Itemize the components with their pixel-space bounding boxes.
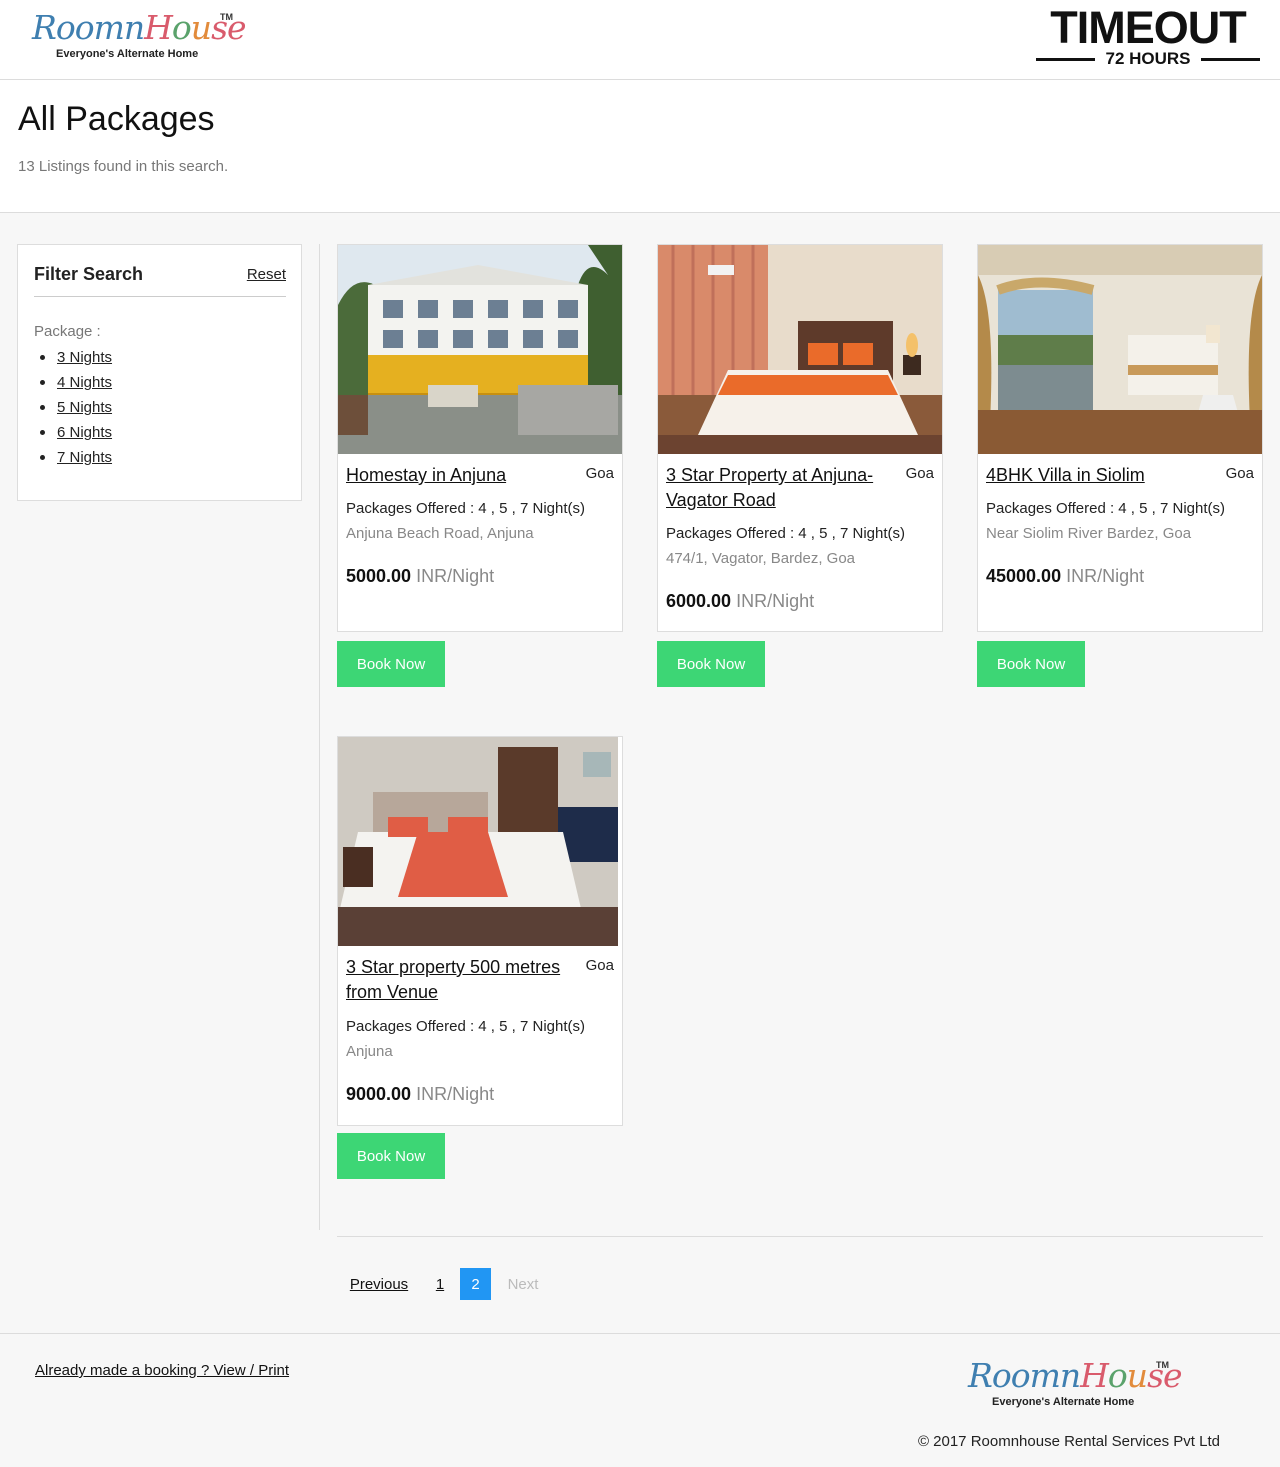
filter-panel: Filter Search Reset Package : 3 Nights 4… bbox=[17, 244, 302, 501]
listing-packages: Packages Offered : 4 , 5 , 7 Night(s) bbox=[986, 500, 1226, 517]
filter-option: 4 Nights bbox=[40, 370, 112, 395]
listing-location: Goa bbox=[1225, 465, 1254, 482]
logo-wordmark: RoomnHouse bbox=[968, 1356, 1183, 1395]
price-amount: 5000.00 bbox=[346, 566, 412, 586]
bullet-icon bbox=[40, 430, 45, 435]
price-amount: 9000.00 bbox=[346, 1084, 412, 1104]
listing-title[interactable]: Homestay in Anjuna bbox=[346, 463, 571, 488]
package-label: Package : bbox=[34, 323, 101, 340]
book-now-button[interactable]: Book Now bbox=[657, 641, 765, 687]
page-title: All Packages bbox=[18, 100, 215, 138]
listing-title[interactable]: 4BHK Villa in Siolim bbox=[986, 463, 1211, 488]
logo-tagline: Everyone's Alternate Home bbox=[992, 1396, 1135, 1408]
filter-option-5-nights[interactable]: 5 Nights bbox=[57, 399, 112, 416]
logo-trademark: TM bbox=[1156, 1360, 1169, 1370]
price-unit: INR/Night bbox=[1066, 566, 1145, 586]
listing-price: 5000.00 INR/Night bbox=[346, 566, 494, 587]
filter-title: Filter Search bbox=[34, 264, 144, 284]
price-unit: INR/Night bbox=[736, 591, 815, 611]
listing-address: 474/1, Vagator, Bardez, Goa bbox=[666, 550, 856, 567]
listing-card: 3 Star Property at Anjuna-Vagator Road G… bbox=[657, 244, 943, 632]
site-footer: Already made a booking ? View / Print Ro… bbox=[0, 1333, 1280, 1467]
book-now-button[interactable]: Book Now bbox=[337, 1133, 445, 1179]
listing-address: Near Siolim River Bardez, Goa bbox=[986, 525, 1192, 542]
page-link-2-current[interactable]: 2 bbox=[460, 1268, 491, 1300]
price-unit: INR/Night bbox=[416, 566, 495, 586]
listing-address: Anjuna bbox=[346, 1043, 393, 1060]
results-count: 13 Listings found in this search. bbox=[18, 158, 229, 175]
timeout-wordmark: TIMEOUT bbox=[1050, 2, 1246, 53]
logo-tagline: Everyone's Alternate Home bbox=[56, 48, 199, 60]
logo-trademark: TM bbox=[220, 12, 233, 22]
price-amount: 45000.00 bbox=[986, 566, 1062, 586]
listing-packages: Packages Offered : 4 , 5 , 7 Night(s) bbox=[346, 1018, 586, 1035]
footer-roomnhouse-logo: RoomnHouse TM Everyone's Alternate Home bbox=[968, 1356, 1183, 1412]
filter-reset-link[interactable]: Reset bbox=[247, 266, 286, 283]
listing-title[interactable]: 3 Star Property at Anjuna-Vagator Road bbox=[666, 463, 891, 513]
book-now-button[interactable]: Book Now bbox=[337, 641, 445, 687]
hotel-exterior-photo[interactable] bbox=[338, 245, 622, 454]
filter-option: 5 Nights bbox=[40, 395, 112, 420]
copyright-text: © 2017 Roomnhouse Rental Services Pvt Lt… bbox=[917, 1433, 1220, 1450]
listing-location: Goa bbox=[585, 465, 614, 482]
listing-price: 9000.00 INR/Night bbox=[346, 1084, 494, 1105]
site-header: RoomnHouse TM Everyone's Alternate Home … bbox=[0, 0, 1280, 80]
listing-packages: Packages Offered : 4 , 5 , 7 Night(s) bbox=[666, 525, 906, 542]
hotel-room-photo[interactable] bbox=[658, 245, 942, 454]
price-unit: INR/Night bbox=[416, 1084, 495, 1104]
view-print-booking-link[interactable]: Already made a booking ? View / Print bbox=[35, 1362, 289, 1379]
filter-option: 7 Nights bbox=[40, 445, 112, 470]
filter-option-7-nights[interactable]: 7 Nights bbox=[57, 449, 112, 466]
listing-price: 45000.00 INR/Night bbox=[986, 566, 1144, 587]
bullet-icon bbox=[40, 405, 45, 410]
filter-option: 6 Nights bbox=[40, 420, 112, 445]
listing-address: Anjuna Beach Road, Anjuna bbox=[346, 525, 534, 542]
bullet-icon bbox=[40, 455, 45, 460]
hotel-bedroom-photo[interactable] bbox=[338, 737, 622, 946]
listing-card: Homestay in Anjuna Goa Packages Offered … bbox=[337, 244, 623, 632]
package-filter-list: 3 Nights 4 Nights 5 Nights 6 Nights 7 Ni… bbox=[40, 345, 112, 470]
roomnhouse-logo[interactable]: RoomnHouse TM Everyone's Alternate Home bbox=[32, 8, 247, 64]
book-now-button[interactable]: Book Now bbox=[977, 641, 1085, 687]
listing-card: 3 Star property 500 metres from Venue Go… bbox=[337, 736, 623, 1126]
listing-location: Goa bbox=[905, 465, 934, 482]
bullet-icon bbox=[40, 355, 45, 360]
sidebar-divider bbox=[319, 244, 320, 1230]
next-page-link: Next bbox=[507, 1275, 539, 1293]
listing-packages: Packages Offered : 4 , 5 , 7 Night(s) bbox=[346, 500, 586, 517]
filter-option-4-nights[interactable]: 4 Nights bbox=[57, 374, 112, 391]
timeout-logo: TIMEOUT 72 HOURS bbox=[1036, 4, 1260, 70]
timeout-subtitle: 72 HOURS bbox=[1105, 49, 1191, 68]
listing-price: 6000.00 INR/Night bbox=[666, 591, 814, 612]
bullet-icon bbox=[40, 380, 45, 385]
filter-option: 3 Nights bbox=[40, 345, 112, 370]
villa-bedroom-photo[interactable] bbox=[978, 245, 1262, 454]
listing-title[interactable]: 3 Star property 500 metres from Venue bbox=[346, 955, 571, 1005]
listing-location: Goa bbox=[585, 957, 614, 974]
previous-page-link[interactable]: Previous bbox=[340, 1268, 418, 1300]
page-link-1[interactable]: 1 bbox=[425, 1268, 455, 1300]
logo-wordmark: RoomnHouse bbox=[32, 8, 247, 47]
price-amount: 6000.00 bbox=[666, 591, 732, 611]
filter-option-6-nights[interactable]: 6 Nights bbox=[57, 424, 112, 441]
filter-option-3-nights[interactable]: 3 Nights bbox=[57, 349, 112, 366]
pagination-divider bbox=[337, 1236, 1263, 1237]
listing-card: 4BHK Villa in Siolim Goa Packages Offere… bbox=[977, 244, 1263, 632]
title-band: All Packages 13 Listings found in this s… bbox=[0, 80, 1280, 213]
